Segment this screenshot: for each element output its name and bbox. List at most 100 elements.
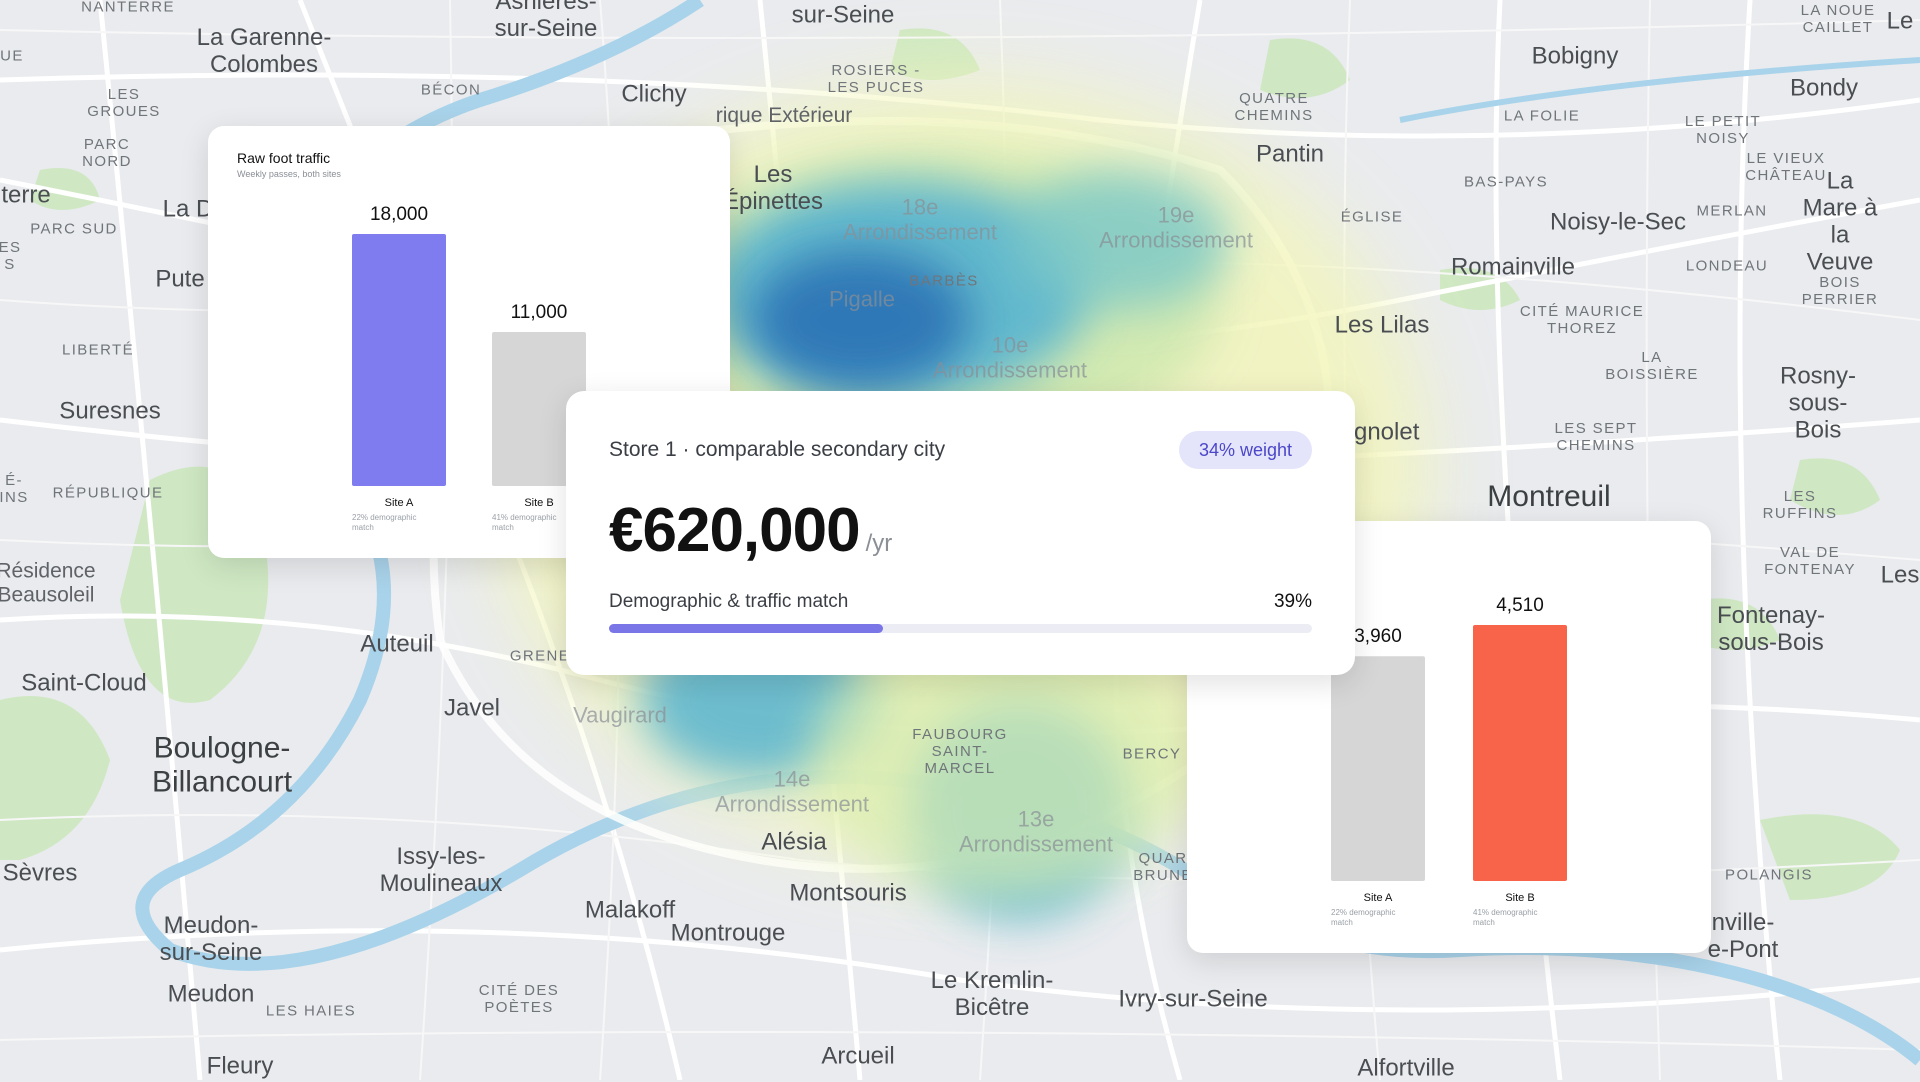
map-label-grenelle: GRENE — [509, 647, 571, 665]
map-label-bas-pays: BAS-PAYS — [1463, 173, 1549, 191]
map-label-becon: BÉCON — [420, 81, 482, 99]
map-label-saint-denis: sur-Seine — [791, 1, 895, 29]
map-label-bois-perrier: BOIS PERRIER — [1801, 274, 1879, 308]
map-label-boulevard-peripherique: rique Extérieur — [715, 104, 853, 128]
map-label-clichy: Clichy — [621, 80, 687, 108]
bar-value-label: 11,000 — [511, 302, 568, 323]
map-label-cite-maurice-thorez: CITÉ MAURICE THOREZ — [1519, 303, 1645, 337]
map-label-suresnes: Suresnes — [59, 397, 161, 425]
bar-category-note: 41% demographic match — [1473, 908, 1537, 927]
map-label-puteaux: Pute — [155, 265, 205, 293]
map-label-la-defense: La D — [162, 195, 214, 223]
map-label-13e-arrondissement: 13e Arrondissement — [958, 806, 1114, 856]
bar-category-note: 22% demographic match — [1331, 908, 1395, 927]
map-label-pigalle: Pigalle — [828, 286, 896, 312]
map-label-le: Le — [1886, 7, 1914, 35]
map-label-bondy: Bondy — [1789, 74, 1859, 102]
store-heading: Store 1 · comparable secondary city — [609, 438, 946, 461]
map-label-les-groues: LES GROUES — [87, 86, 161, 120]
bar-category-label: Site B — [524, 497, 553, 509]
map-label-les-sept-chemins: LES SEPT CHEMINS — [1554, 420, 1638, 454]
map-label-fontenay-sous-bois: Fontenay- sous-Bois — [1716, 602, 1826, 656]
map-label-noisy-le-sec: Noisy-le-Sec — [1549, 208, 1687, 236]
map-label-val-de-fontenay: VAL DE FONTENAY — [1764, 544, 1856, 578]
map-label-sevres: Sèvres — [2, 859, 78, 887]
map-label-14e-arrondissement: 14e Arrondissement — [714, 766, 870, 816]
map-label-quatre-chemins: QUATRE CHEMINS — [1234, 90, 1314, 124]
bar-value-label: 18,000 — [370, 204, 428, 225]
amount-period: /yr — [865, 530, 893, 557]
map-label-saint-cloud: Saint-Cloud — [21, 669, 147, 697]
map-label-romainville: Romainville — [1450, 253, 1576, 281]
map-label-ivry-sur-seine: Ivry-sur-Seine — [1118, 985, 1268, 1013]
map-label-residence-beausoleil: Résidence Beausoleil — [0, 559, 96, 606]
map-label-eglise: ÉGLISE — [1340, 208, 1404, 226]
map-label-rosiers-les-puces: ROSIERS - LES PUCES — [827, 62, 925, 96]
map-label-javel: Javel — [443, 694, 501, 722]
foot-traffic-subtitle: Weekly passes, both sites — [237, 169, 341, 179]
match-progress-fill — [609, 624, 884, 633]
map-label-barbes: BARBÈS — [909, 272, 979, 290]
map-label-boulogne-billancourt: Boulogne- Billancourt — [151, 731, 293, 798]
bar-category-label: Site A — [1364, 892, 1393, 904]
match-label: Demographic & traffic match — [609, 591, 849, 612]
map-label-la-noue-caillet: LA NOUE CAILLET — [1800, 2, 1876, 36]
map-label-meudon-sur-seine: Meudon- sur-Seine — [159, 912, 263, 966]
map-label-alesia: Alésia — [761, 828, 827, 856]
map-label-auteuil: Auteuil — [360, 630, 434, 658]
map-label-19e-arrondissement: 19e Arrondissement — [1098, 202, 1254, 252]
map-label-10e-arrondissement: 10e Arrondissement — [932, 332, 1088, 382]
map-label-vaugirard: Vaugirard — [573, 702, 667, 728]
map-label-montsouris: Montsouris — [789, 879, 907, 907]
map-label-rue: UE — [0, 47, 24, 65]
map-label-le-petit-noisy: LE PETIT NOISY — [1684, 113, 1762, 147]
map-label-les-haies: LES HAIES — [265, 1002, 357, 1020]
foot-traffic-title: Raw foot traffic — [237, 150, 331, 166]
bar-site-b[interactable] — [1473, 625, 1567, 881]
map-label-rosny-sous-bois: Rosny- sous-Bois — [1779, 362, 1857, 444]
map-label-nanterre: NANTERRE — [81, 0, 175, 16]
map-label-la-mare-a-la-veuve: La Mare à la Veuve — [1802, 167, 1878, 275]
bar-site-a[interactable] — [352, 234, 446, 486]
amount-value: €620,000 — [609, 496, 861, 565]
map-label-asnieres-sur-seine: Asnières- sur-Seine — [494, 0, 598, 42]
map-label-parc-nord: PARC NORD — [82, 136, 132, 170]
map-label-les-ruffins: LES RUFFINS — [1762, 488, 1838, 522]
map-label-nanterre-west: terre — [1, 181, 51, 209]
bar-value-label: 3,960 — [1354, 626, 1402, 647]
map-label-pantin: Pantin — [1255, 140, 1325, 168]
map-label-fleury: Fleury — [206, 1052, 274, 1080]
map-label-montreuil: Montreuil — [1487, 480, 1611, 514]
map-label-joinville-le-pont: nville- e-Pont — [1707, 909, 1779, 963]
map-label-republique: RÉPUBLIQUE — [52, 484, 164, 502]
map-label-ins: É- INS — [0, 472, 29, 506]
map-label-bobigny: Bobigny — [1531, 42, 1619, 70]
map-label-les-lilas: Les Lilas — [1334, 311, 1430, 339]
map-label-les-east: Les — [1880, 561, 1920, 589]
bar-value-label: 4,510 — [1496, 595, 1544, 616]
bar-category-note: 22% demographic match — [352, 513, 416, 532]
map-label-montrouge: Montrouge — [670, 919, 786, 947]
store-comparable-card[interactable]: Store 1 · comparable secondary city 34% … — [566, 391, 1355, 675]
map-label-la-garenne-colombes: La Garenne- Colombes — [196, 24, 332, 78]
match-progress-track — [609, 624, 1312, 633]
map-label-merlan: MERLAN — [1696, 202, 1768, 220]
map-label-malakoff: Malakoff — [584, 896, 676, 924]
weight-badge: 34% weight — [1178, 431, 1312, 469]
map-label-18e-arrondissement: 18e Arrondissement — [842, 194, 998, 244]
map-label-cite-des-poetes: CITÉ DES POÈTES — [478, 982, 560, 1016]
map-label-quartier-bruneseau: QUAR BRUNE — [1133, 850, 1193, 884]
map-label-bercy: BERCY — [1122, 745, 1182, 763]
map-label-parc-sud: PARC SUD — [30, 220, 118, 238]
match-value: 39% — [1273, 591, 1312, 612]
map-label-les-epinettes: Les Épinettes — [722, 161, 824, 215]
map-label-meudon: Meudon — [167, 980, 255, 1008]
bar-category-label: Site A — [385, 497, 414, 509]
map-label-polangis: POLANGIS — [1725, 866, 1813, 884]
map-label-faubourg-saint-marcel: FAUBOURG SAINT- MARCEL — [912, 725, 1008, 777]
map-label-londeau: LONDEAU — [1685, 257, 1769, 275]
bar-site-a[interactable] — [1331, 656, 1425, 881]
annual-amount: €620,000/yr — [609, 495, 892, 566]
map-label-alfortville: Alfortville — [1357, 1054, 1455, 1082]
map-label-arcueil: Arcueil — [821, 1042, 895, 1070]
